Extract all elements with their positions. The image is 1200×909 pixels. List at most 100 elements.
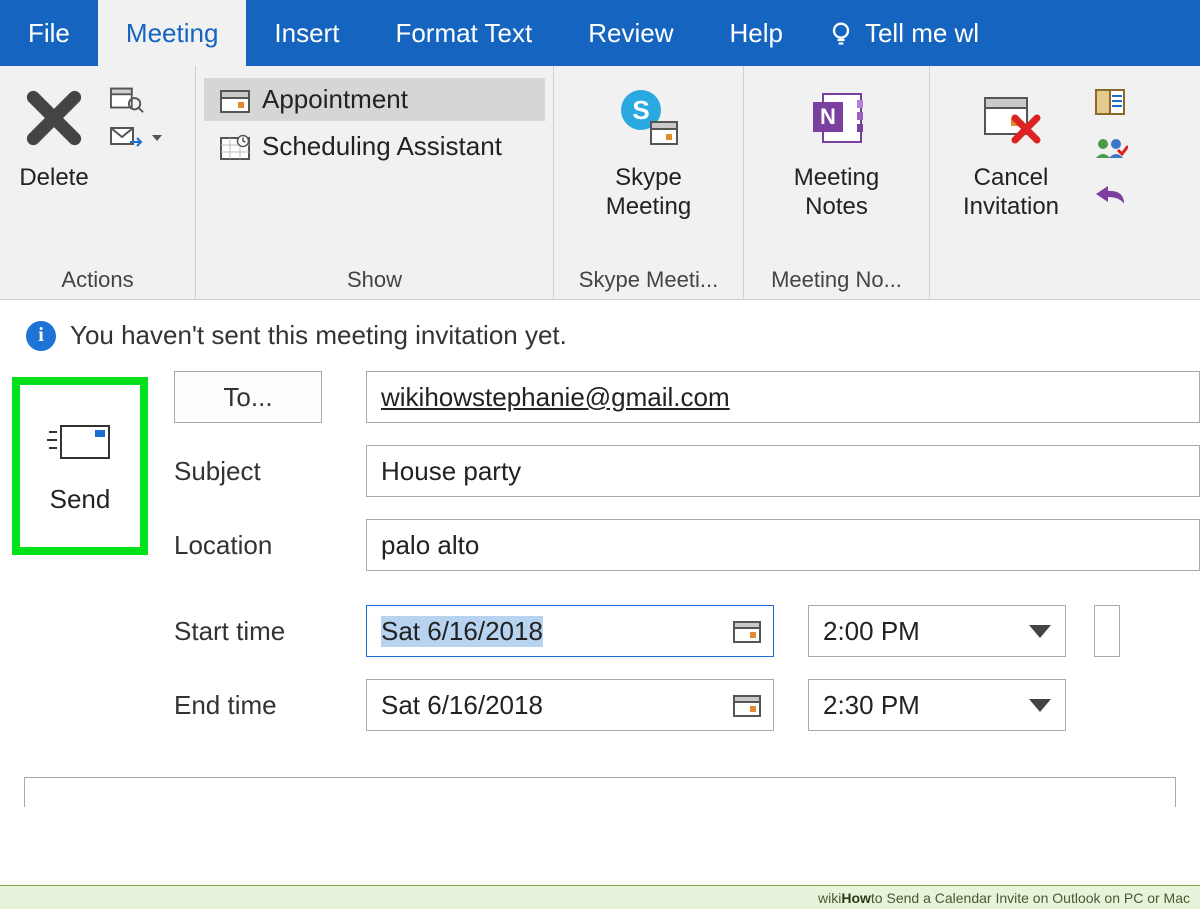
all-day-checkbox-partial[interactable] (1094, 605, 1120, 657)
address-book-icon (1094, 88, 1128, 116)
end-time-value: 2:30 PM (823, 690, 920, 721)
address-book-button[interactable] (1090, 86, 1132, 118)
response-options-button[interactable] (1090, 180, 1132, 210)
send-button[interactable]: Send (47, 418, 113, 515)
dropdown-caret-icon (1029, 699, 1051, 712)
info-icon: i (26, 321, 56, 351)
end-time-row: End time Sat 6/16/2018 2:30 PM (174, 679, 1200, 731)
wikihow-prefix: wiki (818, 890, 841, 906)
ribbon-group-attendees: Cancel Invitation (930, 66, 1200, 299)
tab-help[interactable]: Help (701, 0, 810, 66)
notes-label-2: Notes (805, 193, 868, 222)
location-label: Location (174, 530, 344, 561)
delete-button[interactable]: Delete (8, 72, 100, 199)
wikihow-suffix: to Send a Calendar Invite on Outlook on … (871, 890, 1190, 906)
wikihow-caption: wikiHow to Send a Calendar Invite on Out… (0, 885, 1200, 909)
end-time-label: End time (174, 690, 344, 721)
cancel-label-2: Invitation (963, 193, 1059, 222)
end-date-input[interactable]: Sat 6/16/2018 (366, 679, 774, 731)
subject-input[interactable]: House party (366, 445, 1200, 497)
ribbon: Delete Actions Appointment Sche (0, 66, 1200, 300)
tab-review[interactable]: Review (560, 0, 701, 66)
meeting-form: Send To... wikihowstephanie@gmail.com Su… (0, 365, 1200, 753)
delete-x-icon (23, 87, 85, 149)
end-time-input[interactable]: 2:30 PM (808, 679, 1066, 731)
scheduling-label: Scheduling Assistant (262, 131, 502, 162)
forward-button[interactable] (106, 122, 166, 154)
show-group-label: Show (204, 263, 545, 295)
attendees-small-column (1090, 72, 1132, 210)
svg-text:S: S (632, 95, 649, 125)
tab-insert[interactable]: Insert (246, 0, 367, 66)
people-check-icon (1094, 136, 1128, 162)
skype-label-2: Meeting (606, 193, 691, 222)
to-value: wikihowstephanie@gmail.com (381, 382, 730, 413)
wikihow-bold: How (841, 890, 871, 906)
send-envelope-icon (47, 418, 113, 464)
start-time-input[interactable]: 2:00 PM (808, 605, 1066, 657)
ribbon-group-meeting-notes: N Meeting Notes Meeting No... (744, 66, 930, 299)
scheduling-icon (220, 134, 250, 160)
start-time-value: 2:00 PM (823, 616, 920, 647)
delete-label: Delete (19, 164, 88, 193)
skype-meeting-icon: S (617, 86, 681, 150)
notes-group-label: Meeting No... (752, 263, 921, 295)
location-row: Location palo alto (174, 519, 1200, 571)
start-date-value: Sat 6/16/2018 (381, 616, 543, 647)
actions-small-column (106, 72, 166, 154)
form-fields: To... wikihowstephanie@gmail.com Subject… (148, 371, 1200, 753)
appointment-label: Appointment (262, 84, 408, 115)
tab-file[interactable]: File (0, 0, 98, 66)
check-names-button[interactable] (1090, 134, 1132, 164)
to-row: To... wikihowstephanie@gmail.com (174, 371, 1200, 423)
skype-meeting-button[interactable]: S Skype Meeting (589, 72, 709, 228)
start-time-label: Start time (174, 616, 344, 647)
forward-mail-icon (110, 124, 144, 152)
appointment-icon (220, 87, 250, 113)
lightbulb-icon (827, 19, 855, 47)
location-input[interactable]: palo alto (366, 519, 1200, 571)
tell-me-search[interactable]: Tell me wl (811, 0, 979, 66)
subject-value: House party (381, 456, 521, 487)
location-value: palo alto (381, 530, 479, 561)
cancel-label-1: Cancel (974, 164, 1049, 193)
skype-label-1: Skype (615, 164, 682, 193)
ribbon-group-actions: Delete Actions (0, 66, 196, 299)
info-message: You haven't sent this meeting invitation… (70, 320, 567, 351)
dropdown-caret-icon (1029, 625, 1051, 638)
message-body-input[interactable] (24, 777, 1176, 807)
subject-label: Subject (174, 456, 344, 487)
tell-me-label: Tell me wl (865, 18, 979, 49)
meeting-notes-button[interactable]: N Meeting Notes (777, 72, 897, 228)
start-date-input[interactable]: Sat 6/16/2018 (366, 605, 774, 657)
to-input[interactable]: wikihowstephanie@gmail.com (366, 371, 1200, 423)
scheduling-assistant-button[interactable]: Scheduling Assistant (204, 125, 545, 168)
skype-group-label: Skype Meeti... (562, 263, 735, 295)
notes-label-1: Meeting (794, 164, 879, 193)
ribbon-tabs: File Meeting Insert Format Text Review H… (0, 0, 1200, 66)
calendar-search-icon (110, 84, 144, 114)
reply-arrow-icon (1094, 182, 1128, 208)
attendees-group-label (938, 289, 1192, 295)
dropdown-caret-icon (152, 135, 162, 141)
subject-row: Subject House party (174, 445, 1200, 497)
ribbon-group-show: Appointment Scheduling Assistant Show (196, 66, 554, 299)
to-button[interactable]: To... (174, 371, 322, 423)
end-date-value: Sat 6/16/2018 (381, 690, 543, 721)
tab-meeting[interactable]: Meeting (98, 0, 247, 66)
info-bar: i You haven't sent this meeting invitati… (0, 300, 1200, 365)
calendar-picker-icon[interactable] (733, 619, 761, 643)
send-label: Send (50, 484, 111, 515)
onenote-icon: N (807, 88, 867, 148)
send-highlight-box: Send (12, 377, 148, 555)
svg-text:N: N (820, 104, 836, 129)
cancel-invitation-icon (979, 88, 1043, 148)
calendar-search-button[interactable] (106, 82, 166, 116)
calendar-picker-icon[interactable] (733, 693, 761, 717)
cancel-invitation-button[interactable]: Cancel Invitation (938, 72, 1084, 228)
tab-format-text[interactable]: Format Text (367, 0, 560, 66)
actions-group-label: Actions (8, 263, 187, 295)
ribbon-group-skype: S Skype Meeting Skype Meeti... (554, 66, 744, 299)
start-time-row: Start time Sat 6/16/2018 2:00 PM (174, 605, 1200, 657)
appointment-view-button[interactable]: Appointment (204, 78, 545, 121)
